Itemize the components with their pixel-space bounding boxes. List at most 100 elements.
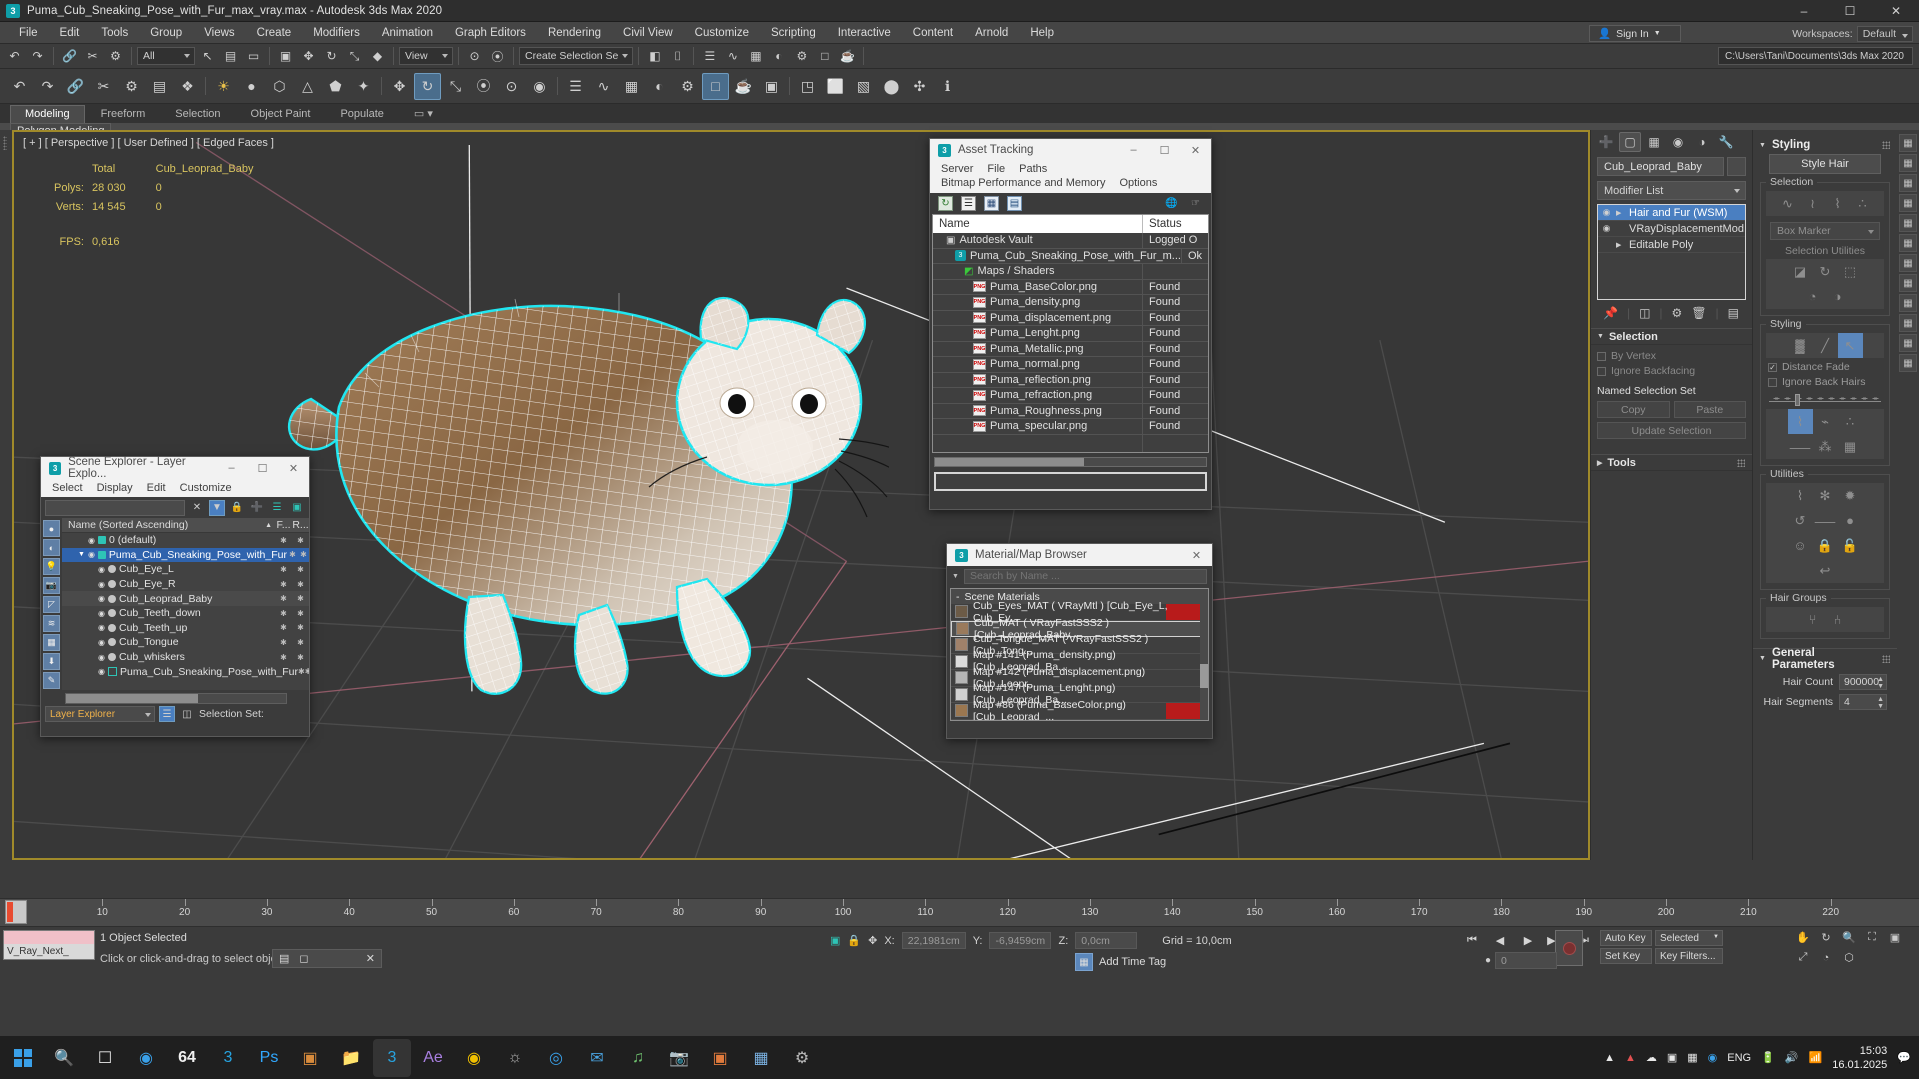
select-affect-icon[interactable]: ⦿ bbox=[487, 46, 508, 67]
column-name[interactable]: Name (Sorted Ascending) bbox=[68, 519, 265, 531]
scene-explorer-row[interactable]: ◉ 0 (default) ✱ ✱ bbox=[62, 533, 309, 548]
render-iterative-icon[interactable]: ▣ bbox=[758, 73, 785, 100]
select-hair-vertices-icon[interactable]: ∴ bbox=[1850, 191, 1875, 216]
scene-explorer-list[interactable]: Name (Sorted Ascending) ▲ F... R... ◉ 0 (… bbox=[62, 518, 309, 690]
light-icon[interactable]: ☀ bbox=[210, 73, 237, 100]
layer-list-icon[interactable]: ☰ bbox=[159, 706, 175, 722]
frame-spinner-field[interactable]: 0 bbox=[1495, 952, 1558, 969]
asset-row[interactable]: ◩ Maps / Shaders bbox=[933, 264, 1208, 280]
64bit-app-icon[interactable]: 64 bbox=[168, 1039, 206, 1077]
copy-button[interactable]: Copy bbox=[1597, 401, 1670, 418]
tray-expand-icon[interactable]: ▲ bbox=[1604, 1052, 1615, 1064]
scene-explorer-row[interactable]: ◉ Cub_whiskers ✱ ✱ bbox=[62, 650, 309, 665]
configure-sets-icon[interactable]: ▤ bbox=[1728, 306, 1739, 320]
unlink-icon[interactable]: ✂ bbox=[90, 73, 117, 100]
asset-row[interactable]: PNG Puma_BaseColor.png Found bbox=[933, 279, 1208, 295]
menu-graph-editors[interactable]: Graph Editors bbox=[444, 22, 537, 44]
spinner-icon[interactable]: ▲ ▼ bbox=[1877, 696, 1884, 710]
ribbon-tab-modeling[interactable]: Modeling bbox=[10, 105, 85, 123]
scene-explorer-row[interactable]: ◉ Cub_Teeth_down ✱ ✱ bbox=[62, 606, 309, 621]
asset-row[interactable]: PNG Puma_specular.png Found bbox=[933, 419, 1208, 435]
asset-menu-server[interactable]: Server bbox=[934, 162, 980, 176]
edge-icon[interactable]: ◎ bbox=[537, 1039, 575, 1077]
asset-path-field[interactable] bbox=[934, 471, 1207, 491]
material-editor-icon[interactable]: ◐ bbox=[646, 73, 673, 100]
window-crossing-icon[interactable]: ▣ bbox=[275, 46, 296, 67]
maximize-icon[interactable]: ☐ bbox=[1149, 139, 1180, 161]
asset-tracking-table[interactable]: Name Status ▣ Autodesk Vault Logged O 3 Puma… bbox=[932, 214, 1209, 453]
close-icon[interactable]: ✕ bbox=[1181, 544, 1212, 566]
hair-recomb-icon[interactable]: ⌇ bbox=[1788, 483, 1813, 508]
eye-icon[interactable]: ◉ bbox=[88, 550, 95, 559]
modifier-row-2[interactable]: ▶ Editable Poly bbox=[1598, 237, 1745, 253]
ribbon-tab-freeform[interactable]: Freeform bbox=[87, 106, 160, 123]
menu-tools[interactable]: Tools bbox=[90, 22, 139, 44]
sign-in-button[interactable]: 👤 Sign In ▼ bbox=[1589, 25, 1681, 42]
undo-icon[interactable]: ↶ bbox=[4, 46, 25, 67]
hair-collapse-icon[interactable]: ● bbox=[1838, 508, 1863, 533]
asset-tracking-icon[interactable]: ◳ bbox=[794, 73, 821, 100]
invert-selection-icon[interactable]: ◪ bbox=[1788, 259, 1813, 284]
object-name-field[interactable]: Cub_Leoprad_Baby bbox=[1597, 157, 1724, 176]
eye-icon[interactable] bbox=[1601, 239, 1612, 250]
maxscript-mini-listener[interactable]: V_Ray_Next_ bbox=[3, 930, 95, 960]
select-name-icon[interactable]: ▤ bbox=[146, 73, 173, 100]
select-hair-by-ends-icon[interactable]: ∿ bbox=[1775, 191, 1800, 216]
scale-icon[interactable]: ⤡ bbox=[442, 73, 469, 100]
filter-lights-icon[interactable]: 💡 bbox=[43, 558, 60, 575]
menu-views[interactable]: Views bbox=[193, 22, 245, 44]
clear-search-icon[interactable]: ✕ bbox=[189, 500, 205, 516]
asset-row[interactable]: PNG Puma_Metallic.png Found bbox=[933, 341, 1208, 357]
close-icon[interactable]: ✕ bbox=[278, 457, 309, 479]
comb-brush-icon[interactable]: ▓ bbox=[1788, 333, 1813, 358]
menu-animation[interactable]: Animation bbox=[371, 22, 444, 44]
freeze-cell[interactable]: ✱ bbox=[275, 594, 292, 603]
coord-x-field[interactable]: 22,1981cm bbox=[901, 932, 966, 949]
photoshop-icon[interactable]: Ps bbox=[250, 1039, 288, 1077]
minimize-icon[interactable]: – bbox=[1118, 139, 1149, 161]
make-unique-icon[interactable]: ⚙ bbox=[1672, 306, 1683, 320]
select-link-icon[interactable]: 🔗 bbox=[59, 46, 80, 67]
eye-icon[interactable]: ◉ bbox=[98, 594, 105, 603]
substance-icon[interactable]: ▣ bbox=[291, 1039, 329, 1077]
absolute-mode-icon[interactable]: ▣ bbox=[830, 934, 840, 947]
menu-customize[interactable]: Customize bbox=[684, 22, 760, 44]
eye-icon[interactable]: ◉ bbox=[1601, 207, 1612, 218]
language-indicator[interactable]: ENG bbox=[1727, 1052, 1751, 1064]
slider-knob[interactable] bbox=[1795, 394, 1800, 406]
freeze-cell[interactable]: ✱ bbox=[275, 565, 292, 574]
layers-icon[interactable]: ☰ bbox=[269, 500, 285, 516]
app-orange-icon[interactable]: ▣ bbox=[701, 1039, 739, 1077]
zoom-icon[interactable]: 🔍 bbox=[1839, 929, 1859, 946]
app-blue-icon[interactable]: ▦ bbox=[742, 1039, 780, 1077]
eye-icon[interactable]: ◉ bbox=[98, 565, 105, 574]
material-browser-titlebar[interactable]: 3 Material/Map Browser ✕ bbox=[947, 544, 1212, 566]
hair-burst-icon[interactable]: ✹ bbox=[1838, 483, 1863, 508]
layer-icon[interactable]: ▦ bbox=[1899, 294, 1917, 312]
freeze-cell[interactable]: ✱ bbox=[275, 609, 292, 618]
blender-icon[interactable]: ☼ bbox=[496, 1039, 534, 1077]
scene-explorer-search-input[interactable] bbox=[45, 499, 185, 516]
menu-civil-view[interactable]: Civil View bbox=[612, 22, 684, 44]
asset-row[interactable]: 3 Puma_Cub_Sneaking_Pose_with_Fur_m... Ok bbox=[933, 248, 1208, 264]
modify-tab[interactable]: ▢ bbox=[1619, 132, 1641, 152]
coord-y-field[interactable]: -6,9459cm bbox=[989, 932, 1052, 949]
ribbon-options-icon[interactable]: ▭ ▾ bbox=[400, 105, 447, 123]
freeze-cell[interactable]: ✱ bbox=[275, 580, 292, 589]
time-tag-icon[interactable]: ▦ bbox=[1075, 953, 1093, 971]
select-object-icon[interactable]: ↖ bbox=[197, 46, 218, 67]
filter-shapes-icon[interactable]: ◐ bbox=[43, 539, 60, 556]
asset-row[interactable]: PNG Puma_refraction.png Found bbox=[933, 388, 1208, 404]
settings-icon[interactable]: ⚙ bbox=[783, 1039, 821, 1077]
field-of-view-icon[interactable]: ◔ bbox=[1816, 949, 1836, 966]
chevron-right-icon[interactable]: ▶ bbox=[1616, 241, 1625, 249]
asset-row[interactable]: PNG Puma_normal.png Found bbox=[933, 357, 1208, 373]
material-row[interactable]: Map #86 (Puma_BaseColor.png) [Cub_Leopra… bbox=[951, 699, 1208, 720]
filter-dropdown[interactable]: All bbox=[137, 47, 195, 65]
freeze-cell[interactable]: ✱ bbox=[275, 638, 292, 647]
tools-rollup-header[interactable]: ▶ Tools bbox=[1591, 454, 1752, 471]
material-editor-icon[interactable]: ◐ bbox=[768, 46, 789, 67]
key-mode-dropdown[interactable]: Selected ▼ bbox=[1655, 930, 1723, 946]
material-search-input[interactable] bbox=[963, 568, 1207, 584]
viewport-label[interactable]: [ + ] [ Perspective ] [ User Defined ] [… bbox=[23, 137, 274, 149]
